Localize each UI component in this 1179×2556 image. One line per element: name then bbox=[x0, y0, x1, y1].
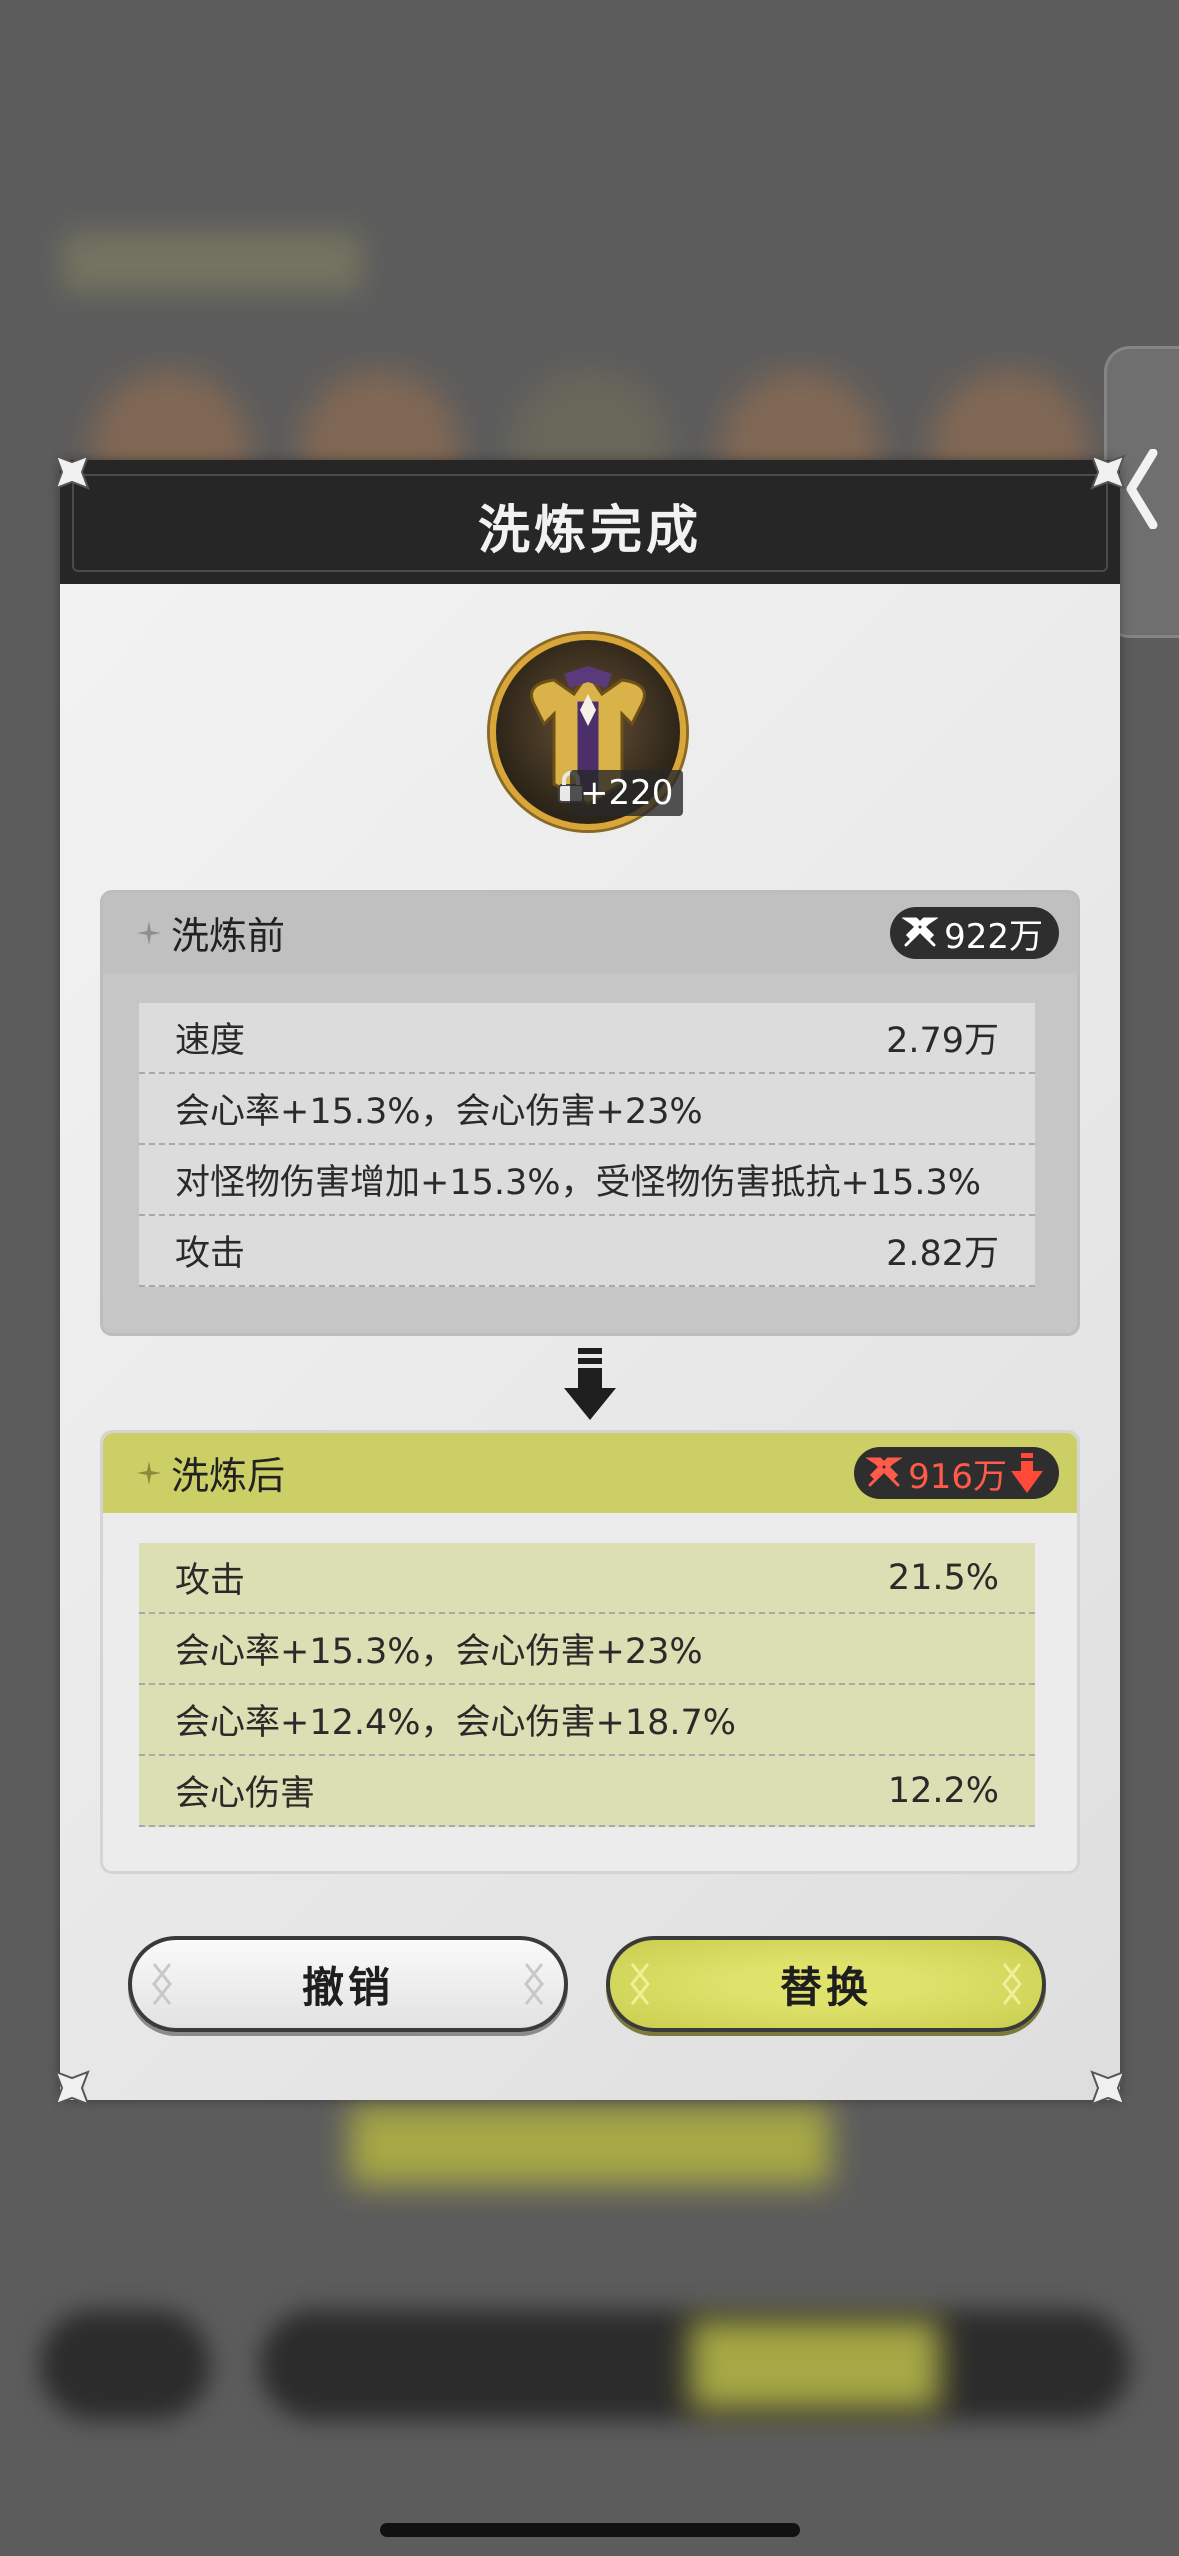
combat-power-badge: 916万 bbox=[854, 1447, 1059, 1499]
button-ornament-icon bbox=[1002, 1963, 1022, 2005]
dialog-title: 洗炼完成 bbox=[477, 501, 702, 561]
combat-power-value: 916万 bbox=[908, 1456, 1007, 1497]
stat-name: 会心伤害 bbox=[175, 1774, 316, 1814]
corner-ornament-icon bbox=[1090, 2070, 1126, 2106]
stat-name: 会心率+15.3%，会心伤害+23% bbox=[175, 1092, 703, 1132]
stat-row: 会心伤害 12.2% bbox=[139, 1756, 1035, 1827]
sparkle-icon bbox=[137, 1461, 161, 1485]
background-button bbox=[350, 2105, 830, 2185]
combat-power-value: 922万 bbox=[944, 916, 1043, 957]
background-highlight bbox=[690, 2320, 940, 2410]
decrease-arrow-icon bbox=[1011, 1453, 1043, 1493]
stat-row: 攻击 2.82万 bbox=[139, 1216, 1035, 1287]
stat-name: 会心率+15.3%，会心伤害+23% bbox=[175, 1632, 703, 1672]
cancel-button[interactable]: 撤销 bbox=[128, 1936, 568, 2032]
stat-row: 速度 2.79万 bbox=[139, 1003, 1035, 1074]
corner-ornament-icon bbox=[54, 454, 90, 490]
stat-row: 会心率+12.4%，会心伤害+18.7% bbox=[139, 1685, 1035, 1756]
stat-list: 速度 2.79万 会心率+15.3%，会心伤害+23% 对怪物伤害增加+15.3… bbox=[139, 1003, 1035, 1287]
enhance-level-badge: +220 bbox=[570, 770, 684, 816]
stat-name: 速度 bbox=[175, 1021, 246, 1061]
panel-label: 洗炼后 bbox=[171, 1454, 286, 1498]
stat-row: 会心率+15.3%，会心伤害+23% bbox=[139, 1614, 1035, 1685]
crossed-swords-icon bbox=[902, 917, 939, 947]
crossed-swords-icon bbox=[866, 1457, 903, 1487]
combat-power-badge: 922万 bbox=[890, 907, 1059, 959]
arrow-down-icon bbox=[564, 1348, 616, 1420]
dialog-header: 洗炼完成 bbox=[60, 460, 1120, 584]
stat-name: 对怪物伤害增加+15.3%，受怪物伤害抵抗+15.3% bbox=[175, 1163, 982, 1203]
panel-label: 洗炼前 bbox=[171, 914, 286, 958]
replace-button[interactable]: 替换 bbox=[606, 1936, 1046, 2032]
corner-ornament-icon bbox=[54, 2070, 90, 2106]
stat-value: 12.2% bbox=[887, 1770, 999, 1811]
stat-row: 攻击 21.5% bbox=[139, 1543, 1035, 1614]
before-refine-panel: 洗炼前 922万 速度 2.79万 会心率+15.3%，会心伤害+23% 对怪物… bbox=[100, 890, 1080, 1336]
stat-value: 2.82万 bbox=[886, 1234, 999, 1274]
stat-name: 攻击 bbox=[175, 1561, 246, 1601]
panel-header: 洗炼后 916万 bbox=[103, 1433, 1077, 1513]
button-ornament-icon bbox=[630, 1963, 650, 2005]
background-bottom-bar bbox=[40, 2310, 210, 2420]
panel-header: 洗炼前 922万 bbox=[103, 893, 1077, 973]
stat-value: 2.79万 bbox=[886, 1021, 999, 1061]
stat-name: 会心率+12.4%，会心伤害+18.7% bbox=[175, 1703, 737, 1743]
stat-row: 会心率+15.3%，会心伤害+23% bbox=[139, 1074, 1035, 1145]
replace-button-label: 替换 bbox=[779, 1962, 872, 2012]
background-title bbox=[62, 232, 362, 292]
home-indicator[interactable] bbox=[380, 2523, 800, 2537]
stat-value: 21.5% bbox=[887, 1557, 999, 1598]
button-ornament-icon bbox=[152, 1963, 172, 2005]
after-refine-panel: 洗炼后 916万 攻击 21.5% 会心率+15.3%，会心伤害+23% 会心率… bbox=[100, 1430, 1080, 1874]
button-ornament-icon bbox=[524, 1963, 544, 2005]
refine-result-dialog: 洗炼完成 +220 洗炼前 922万 速度 2.79万 会心率+15.3%，会心… bbox=[54, 454, 1126, 2106]
sparkle-icon bbox=[137, 921, 161, 945]
stat-row: 对怪物伤害增加+15.3%，受怪物伤害抵抗+15.3% bbox=[139, 1145, 1035, 1216]
corner-ornament-icon bbox=[1090, 454, 1126, 490]
stat-name: 攻击 bbox=[175, 1234, 246, 1274]
chevron-left-icon bbox=[1126, 449, 1158, 529]
stat-list: 攻击 21.5% 会心率+15.3%，会心伤害+23% 会心率+12.4%，会心… bbox=[139, 1543, 1035, 1827]
cancel-button-label: 撤销 bbox=[301, 1962, 394, 2012]
